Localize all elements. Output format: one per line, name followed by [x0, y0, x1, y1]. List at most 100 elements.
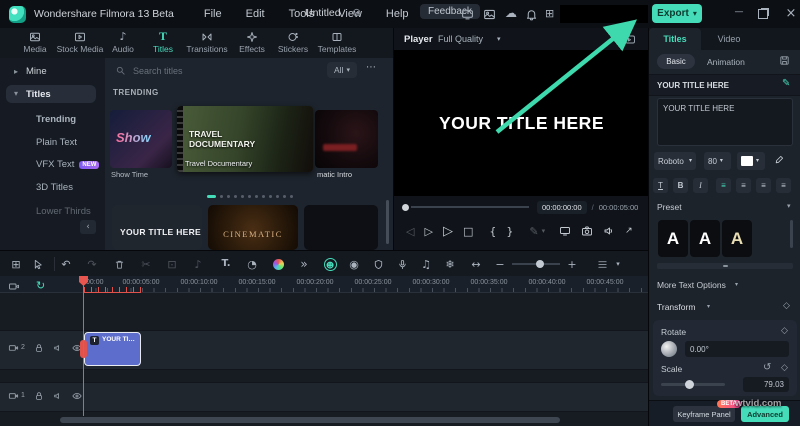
- pagination-dot[interactable]: [276, 195, 279, 198]
- timeline-scrollbar[interactable]: [60, 417, 560, 423]
- track-manager-chevron-icon[interactable]: ▾: [609, 251, 627, 277]
- sidebar-group-mine[interactable]: ▸ Mine: [14, 66, 47, 77]
- edit-pen-icon[interactable]: ✎: [782, 79, 790, 89]
- stop-button[interactable]: □: [463, 226, 473, 237]
- media-library-icon[interactable]: [483, 8, 496, 21]
- tab-video-inspector[interactable]: Video: [701, 28, 757, 50]
- menu-file[interactable]: File: [204, 8, 222, 20]
- title-text-input[interactable]: YOUR TITLE HERE: [657, 98, 793, 146]
- rotate-knob[interactable]: [661, 341, 677, 357]
- pagination-dot-active[interactable]: [207, 195, 216, 198]
- sidebar-item-lower-thirds[interactable]: Lower Thirds: [36, 206, 91, 217]
- pagination-dots[interactable]: [165, 195, 335, 198]
- minimize-button[interactable]: —: [728, 8, 750, 17]
- sidebar-item-3d-titles[interactable]: 3D Titles: [36, 182, 73, 193]
- lock-track-icon[interactable]: [34, 343, 44, 353]
- title-card-partial[interactable]: [304, 205, 378, 250]
- app-grid-icon[interactable]: ⊞: [545, 8, 554, 19]
- more-text-options[interactable]: More Text Options ▾: [649, 278, 800, 294]
- monitor-icon[interactable]: [461, 8, 474, 21]
- preset-sample-1[interactable]: A: [658, 220, 688, 257]
- play-from-start-button[interactable]: ▷: [424, 226, 432, 237]
- search-input[interactable]: [131, 61, 285, 81]
- text-style-button[interactable]: T: [653, 178, 668, 193]
- redo-icon[interactable]: ↷: [83, 251, 101, 277]
- more-tools-icon[interactable]: »: [295, 251, 313, 277]
- preset-sample-3[interactable]: A: [722, 220, 752, 257]
- scale-slider-handle[interactable]: [685, 380, 694, 389]
- sidebar-item-vfx-text[interactable]: VFX Text NEW: [36, 159, 99, 170]
- mark-in-button[interactable]: {: [489, 226, 496, 237]
- auto-ripple-icon[interactable]: ↻: [36, 280, 45, 291]
- hide-track-icon[interactable]: [72, 391, 82, 401]
- sidebar-group-titles[interactable]: ▾ Titles: [6, 85, 96, 103]
- crop-icon[interactable]: ⊡: [163, 251, 181, 277]
- sidebar-item-trending[interactable]: Trending: [36, 114, 76, 125]
- color-wheel-icon[interactable]: [269, 251, 287, 277]
- pagination-dot[interactable]: [241, 195, 244, 198]
- font-family-dropdown[interactable]: Roboto M▾: [654, 152, 696, 170]
- transform-section[interactable]: Transform ▾ ◇: [649, 300, 800, 316]
- cloud-upload-icon[interactable]: ☁: [505, 7, 517, 19]
- align-justify-button[interactable]: ≡: [776, 178, 791, 193]
- close-button[interactable]: ×: [780, 7, 800, 20]
- scale-reset-icon[interactable]: ↺: [763, 363, 771, 373]
- preset-expander[interactable]: [657, 263, 793, 269]
- pagination-dot[interactable]: [234, 195, 237, 198]
- fit-timeline-icon[interactable]: ↔: [467, 251, 485, 277]
- voiceover-mic-icon[interactable]: [393, 251, 411, 277]
- play-button[interactable]: ▷: [443, 225, 453, 238]
- volume-button[interactable]: [603, 225, 615, 237]
- pagination-dot[interactable]: [283, 195, 286, 198]
- transform-keyframe-icon[interactable]: ◇: [783, 302, 790, 311]
- search-icon[interactable]: [115, 65, 126, 76]
- quality-dropdown[interactable]: Full Quality▾: [438, 34, 501, 44]
- menu-edit[interactable]: Edit: [246, 8, 265, 20]
- sidebar-item-plain-text[interactable]: Plain Text: [36, 137, 77, 148]
- pagination-dot[interactable]: [220, 195, 223, 198]
- align-center-button[interactable]: ≡: [736, 178, 751, 193]
- bold-button[interactable]: B: [673, 178, 688, 193]
- lock-track-icon[interactable]: [34, 391, 44, 401]
- tab-titles-inspector[interactable]: Titles: [649, 28, 701, 50]
- mute-track-icon[interactable]: [53, 391, 63, 401]
- keyframe-panel-button[interactable]: Keyframe Panel: [673, 406, 735, 422]
- player-scrubber[interactable]: 00:00:00:00 / 00:00:05:00: [394, 200, 649, 214]
- add-media-track-icon[interactable]: [8, 280, 20, 292]
- quick-edit-chevron-icon[interactable]: ▾: [542, 228, 546, 235]
- rotate-keyframe-icon[interactable]: ◇: [781, 327, 788, 336]
- scrubber-track[interactable]: [411, 206, 529, 208]
- title-card-cinematic[interactable]: CINEMATIC: [208, 205, 298, 250]
- audio-mixer-icon[interactable]: ♫: [417, 251, 435, 277]
- rotate-value-input[interactable]: [685, 341, 789, 357]
- more-options-icon[interactable]: ⋯: [366, 63, 376, 73]
- pagination-dot[interactable]: [255, 195, 258, 198]
- title-card-your-title-here[interactable]: YOUR TITLE HERE: [112, 205, 202, 250]
- ai-audio-icon[interactable]: ❄: [441, 251, 459, 277]
- browser-scrollbar[interactable]: [386, 200, 389, 244]
- ai-portrait-icon[interactable]: ☻: [321, 251, 339, 277]
- pagination-dot[interactable]: [290, 195, 293, 198]
- zoom-slider-handle[interactable]: [536, 260, 544, 268]
- playhead-line[interactable]: [83, 276, 84, 416]
- media-bin-icon[interactable]: ⊞: [7, 251, 25, 277]
- timeline-ruler[interactable]: 00:00 00:00:05:00 00:00:10:00 00:00:15:0…: [0, 276, 648, 293]
- mark-out-button[interactable]: }: [506, 226, 513, 237]
- scale-value-input[interactable]: [743, 377, 789, 392]
- preset-scrollbar[interactable]: [790, 220, 793, 248]
- project-status-icon[interactable]: ⊙: [352, 7, 361, 18]
- timeline-clip-title[interactable]: T YOUR TITLE HERE: [84, 332, 141, 366]
- pagination-dot[interactable]: [227, 195, 230, 198]
- mute-track-icon[interactable]: [53, 343, 63, 353]
- title-card-travel-documentary[interactable]: TRAVEL DOCUMENTARY Travel Documentary: [177, 106, 313, 172]
- plugin-shield-icon[interactable]: [369, 251, 387, 277]
- detach-player-icon[interactable]: ↗: [625, 227, 633, 236]
- font-color-dropdown[interactable]: ▾: [737, 152, 765, 170]
- menu-help[interactable]: Help: [386, 8, 409, 20]
- text-tool-icon[interactable]: T.: [217, 251, 235, 277]
- save-preset-icon[interactable]: [779, 55, 790, 66]
- previous-frame-button[interactable]: ◁: [406, 226, 414, 237]
- scrubber-handle[interactable]: [402, 204, 409, 211]
- subtab-animation[interactable]: Animation: [707, 57, 745, 67]
- audio-detach-icon[interactable]: ♪: [189, 251, 207, 277]
